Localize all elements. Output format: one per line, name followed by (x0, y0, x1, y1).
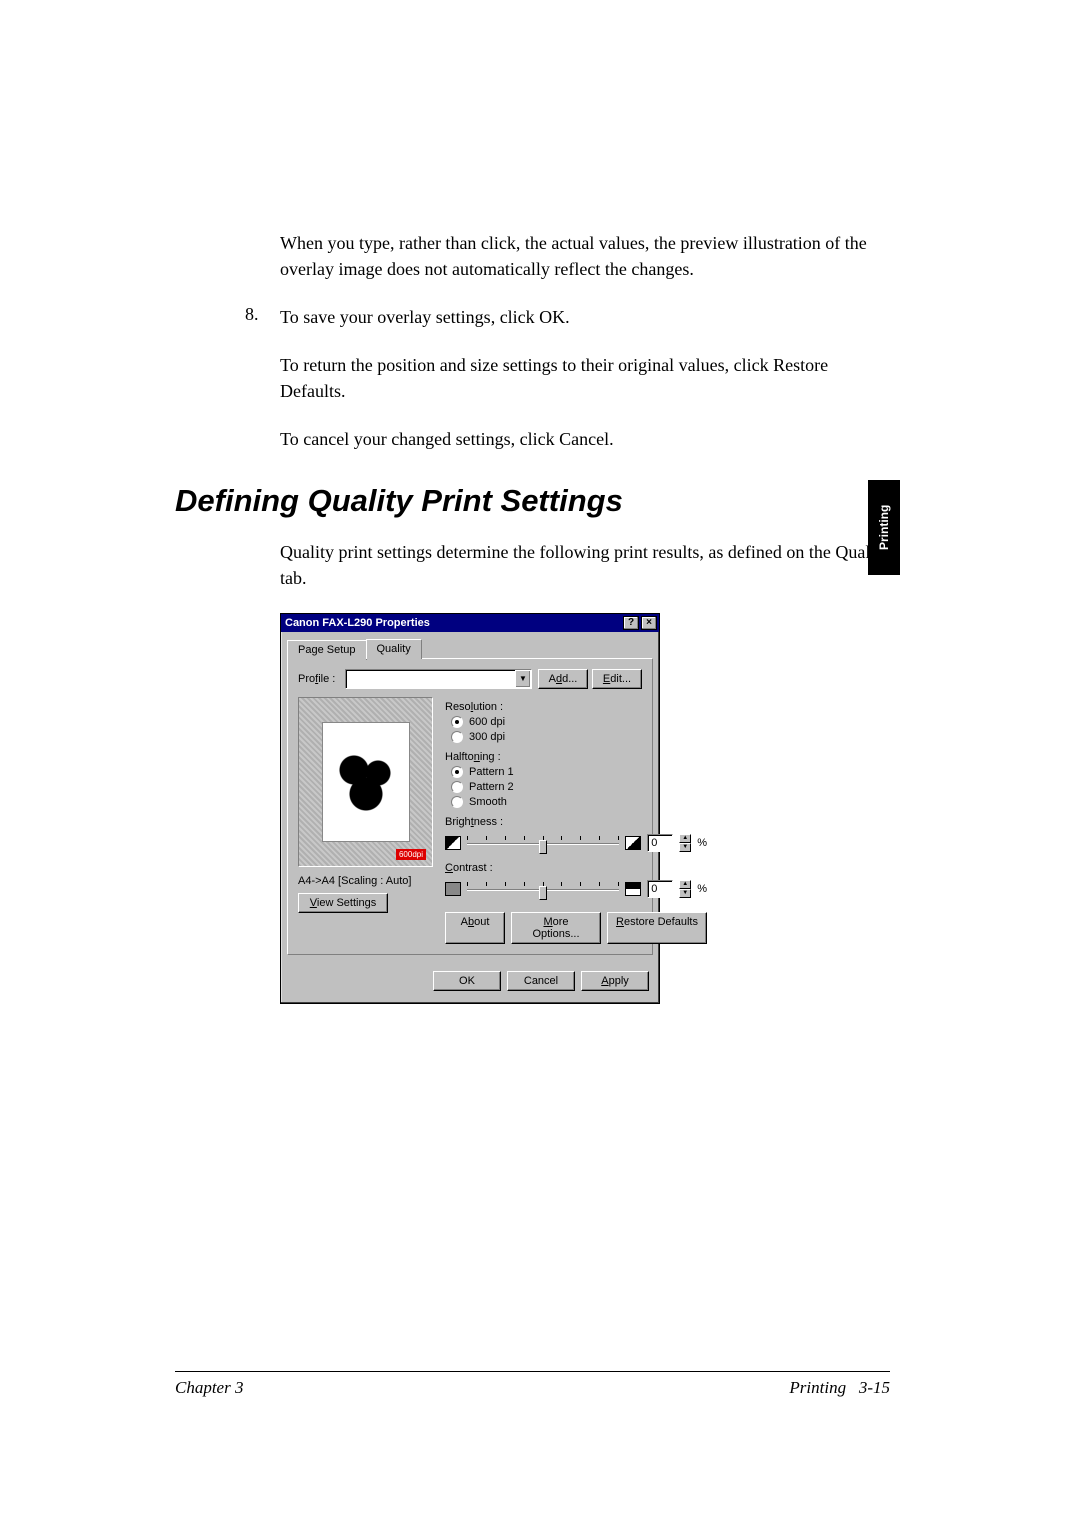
tab-page-setup[interactable]: Page Setup (287, 640, 367, 660)
preview-box: 600dpi (298, 697, 433, 867)
dialog-titlebar: Canon FAX-L290 Properties ? × (281, 614, 659, 632)
profile-label: Profile : (298, 673, 335, 685)
brightness-value[interactable]: 0 (647, 834, 673, 852)
radio-smooth[interactable]: Smooth (451, 796, 707, 808)
contrast-unit: % (697, 883, 707, 895)
brightness-slider[interactable] (467, 836, 619, 850)
step-number-8: 8. (245, 304, 280, 330)
restore-defaults-button[interactable]: Restore Defaults (607, 912, 707, 944)
close-button[interactable]: × (641, 616, 657, 630)
scaling-label: A4->A4 [Scaling : Auto] (298, 875, 433, 887)
chevron-down-icon[interactable]: ▼ (515, 670, 531, 688)
brightness-dark-icon (445, 836, 461, 850)
radio-pattern1[interactable]: Pattern 1 (451, 766, 707, 778)
view-settings-button[interactable]: View Settings (298, 893, 388, 913)
more-options-button[interactable]: More Options... (511, 912, 601, 944)
preview-artwork (336, 752, 396, 812)
footer-chapter: Chapter 3 (175, 1378, 243, 1398)
section-heading: Defining Quality Print Settings (175, 483, 890, 519)
about-button[interactable]: About (445, 912, 505, 944)
side-tab-printing: Printing (868, 480, 900, 575)
radio-pattern2[interactable]: Pattern 2 (451, 781, 707, 793)
brightness-light-icon (625, 836, 641, 850)
tab-quality[interactable]: Quality (366, 639, 422, 659)
contrast-slider[interactable] (467, 882, 619, 896)
step-8-note-a: To return the position and size settings… (280, 352, 890, 404)
quality-tab-panel: Profile : ▼ Add... Edit... 60 (287, 658, 653, 955)
footer-page: Printing 3-15 (789, 1378, 890, 1398)
profile-dropdown[interactable]: ▼ (345, 669, 532, 689)
contrast-value[interactable]: 0 (647, 880, 673, 898)
contrast-low-icon (445, 882, 461, 896)
brightness-spinner[interactable]: ▲▼ (679, 834, 691, 852)
brightness-label: Brightness : (445, 816, 707, 828)
page-footer: Chapter 3 Printing 3-15 (175, 1371, 890, 1398)
halftoning-label: Halftoning : (445, 751, 707, 763)
step-8-text: To save your overlay settings, click OK. (280, 304, 570, 330)
radio-300dpi[interactable]: 300 dpi (451, 731, 707, 743)
contrast-label: Contrast : (445, 862, 707, 874)
intro-paragraph: Quality print settings determine the fol… (280, 539, 890, 591)
step-8-note-b: To cancel your changed settings, click C… (280, 426, 890, 452)
edit-button[interactable]: Edit... (592, 669, 642, 689)
contrast-high-icon (625, 882, 641, 896)
paragraph-preview-note: When you type, rather than click, the ac… (280, 230, 890, 282)
apply-button[interactable]: Apply (581, 971, 649, 991)
add-button[interactable]: Add... (538, 669, 588, 689)
preview-page (322, 722, 410, 842)
help-button[interactable]: ? (623, 616, 639, 630)
dpi-badge: 600dpi (396, 849, 426, 860)
radio-600dpi[interactable]: 600 dpi (451, 716, 707, 728)
contrast-spinner[interactable]: ▲▼ (679, 880, 691, 898)
properties-dialog: Canon FAX-L290 Properties ? × Page Setup… (280, 613, 660, 1004)
dialog-title: Canon FAX-L290 Properties (285, 617, 621, 629)
brightness-unit: % (697, 837, 707, 849)
cancel-button[interactable]: Cancel (507, 971, 575, 991)
ok-button[interactable]: OK (433, 971, 501, 991)
resolution-label: Resolution : (445, 701, 707, 713)
